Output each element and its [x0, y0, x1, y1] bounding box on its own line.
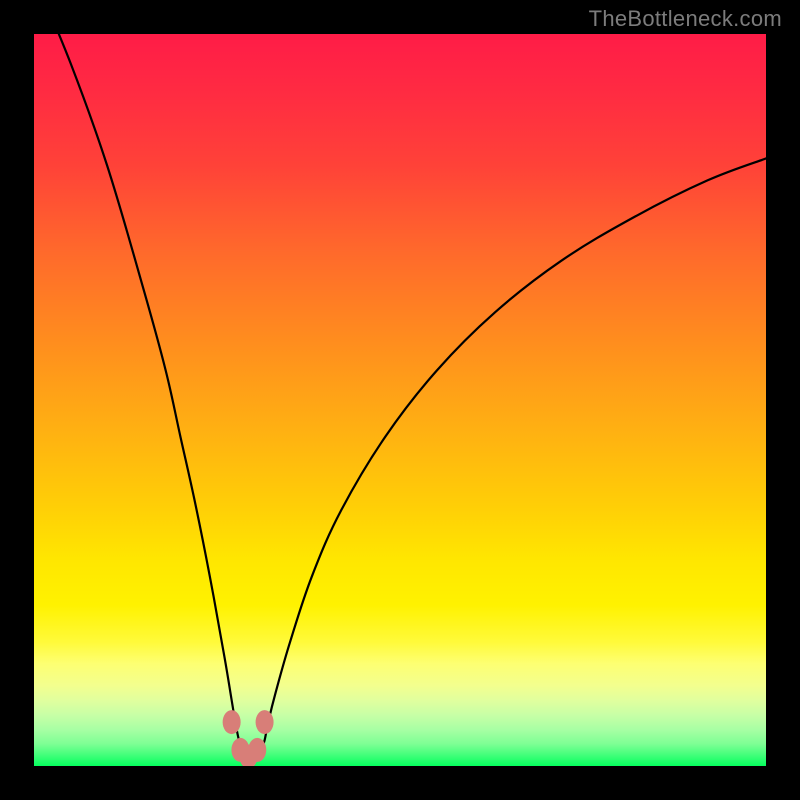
marker-dot	[256, 710, 274, 734]
bottleneck-curve	[34, 34, 766, 759]
plot-area	[34, 34, 766, 766]
marker-dot	[223, 710, 241, 734]
chart-container: TheBottleneck.com	[0, 0, 800, 800]
chart-svg	[34, 34, 766, 766]
watermark-text: TheBottleneck.com	[589, 6, 782, 32]
